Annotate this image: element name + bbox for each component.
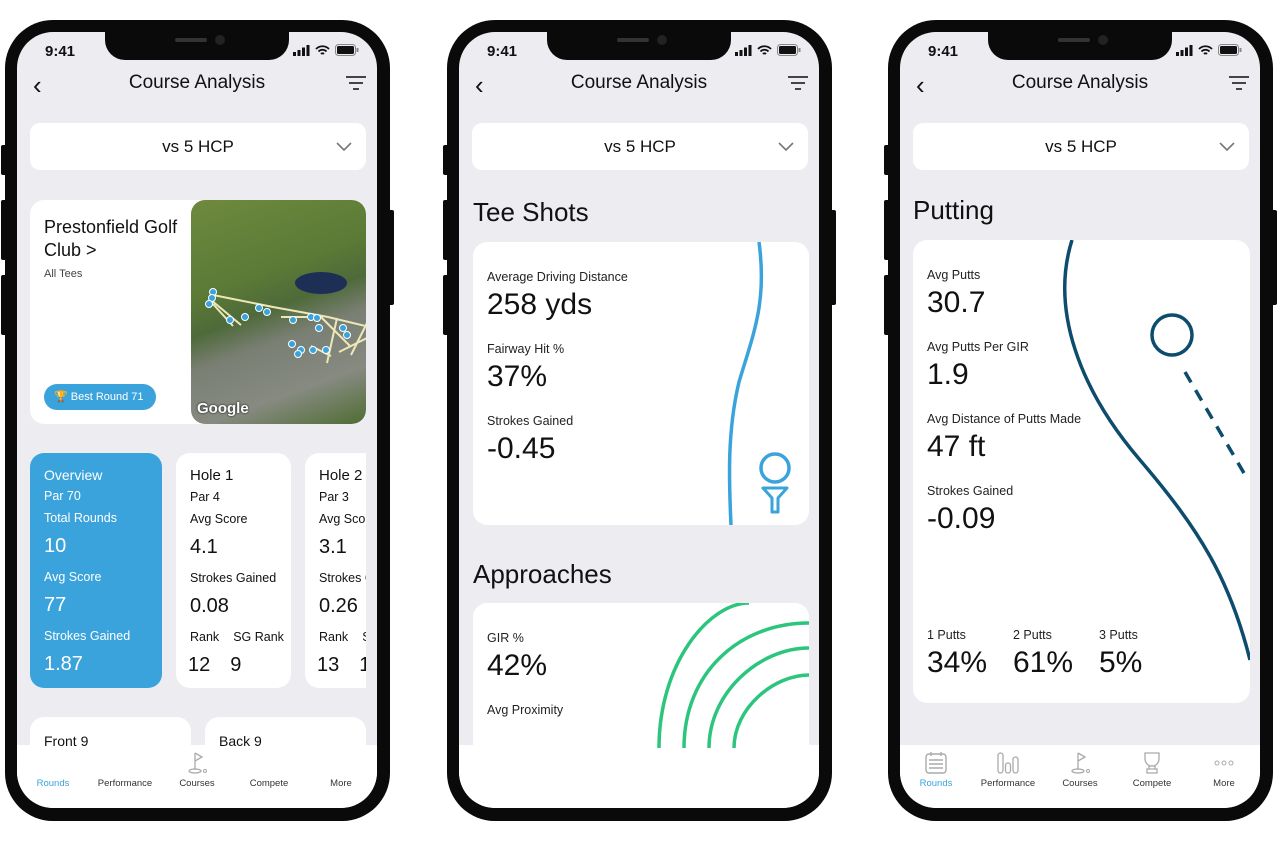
putting-title: Putting	[913, 195, 994, 225]
notch	[547, 32, 731, 60]
tee-shots-title: Tee Shots	[473, 197, 589, 227]
tee-shots-card[interactable]: Average Driving Distance 258 yds Fairway H…	[473, 242, 809, 525]
phone-course-overview: 9:41 ‹ Course Analysis vs 5 HCP Rounds P…	[1, 20, 394, 821]
status-time: 9:41	[928, 43, 959, 60]
map-attribution: Google	[197, 400, 249, 417]
status-icons	[735, 44, 801, 56]
comparison-dropdown[interactable]: vs 5 HCP	[30, 123, 366, 170]
phone-putting: 9:41 ‹ Course Analysis vs 5 HCP Rounds P…	[884, 20, 1277, 821]
page-title: Course Analysis	[128, 72, 266, 93]
screen: 9:41 ‹ Course Analysis vs 5 HCP Rounds P…	[17, 32, 377, 808]
filter-icon[interactable]	[787, 75, 809, 91]
course-card[interactable]: Prestonfield Golf Club > All Tees 🏆 Best…	[30, 200, 366, 424]
chevron-down-icon	[1219, 123, 1235, 170]
wifi-icon	[315, 44, 330, 55]
overview-card[interactable]: Overview Par 70 Total Rounds 10 Avg Scor…	[30, 453, 162, 688]
putt-split-item: 2 Putts 61%	[1013, 628, 1074, 679]
battery-icon	[777, 44, 801, 56]
tab-compete[interactable]: Compete	[1117, 751, 1187, 808]
status-time: 9:41	[487, 43, 518, 60]
tab-performance[interactable]: Performance	[973, 751, 1043, 808]
battery-icon	[335, 44, 359, 56]
trophy-icon: 🏆	[54, 391, 68, 403]
status-icons	[293, 44, 359, 56]
notch	[105, 32, 289, 60]
tab-more[interactable]: More	[1189, 751, 1259, 808]
status-time: 9:41	[45, 43, 76, 60]
green-rings-illustration	[657, 603, 809, 748]
dropdown-value: vs 5 HCP	[1045, 137, 1117, 156]
page-title: Course Analysis	[1011, 72, 1149, 93]
status-icons	[1176, 44, 1242, 56]
battery-icon	[1218, 44, 1242, 56]
fairway-illustration	[727, 242, 791, 525]
putt-split-item: 1 Putts 34%	[927, 628, 988, 679]
trophy-icon	[1144, 752, 1160, 774]
dropdown-value: vs 5 HCP	[162, 137, 234, 156]
hole-card[interactable]: Hole 1 Par 4 Avg Score 4.1 Strokes Gaine…	[176, 453, 291, 688]
approaches-title: Approaches	[473, 559, 612, 589]
putting-card[interactable]: Avg Putts 30.7 Avg Putts Per GIR 1.9 Avg Dis…	[913, 240, 1250, 703]
tab-courses[interactable]: Courses	[1045, 751, 1115, 808]
bar-chart-icon	[997, 752, 1019, 774]
course-name[interactable]: Prestonfield Golf Club >	[44, 216, 189, 262]
comparison-dropdown[interactable]: vs 5 HCP	[913, 123, 1249, 170]
wifi-icon	[1198, 44, 1213, 55]
screen: 9:41 ‹ Course Analysis vs 5 HCP Rounds P…	[459, 32, 819, 808]
front-9-card[interactable]: Front 9	[30, 717, 191, 777]
more-icon	[1214, 760, 1234, 766]
screen: 9:41 ‹ Course Analysis vs 5 HCP Rounds P…	[900, 32, 1260, 808]
phone-tee-approach: 9:41 ‹ Course Analysis vs 5 HCP Rounds P…	[443, 20, 836, 821]
flag-icon	[1071, 752, 1090, 774]
tab-rounds[interactable]: Rounds	[901, 751, 971, 808]
hole-card[interactable]: Hole 2 Par 3 Avg Score 3.1 Strokes Gaine…	[305, 453, 366, 688]
dropdown-value: vs 5 HCP	[604, 137, 676, 156]
tab-bar: Rounds Performance Courses Compete More	[900, 745, 1260, 808]
filter-icon[interactable]	[1228, 75, 1250, 91]
back-9-card[interactable]: Back 9	[205, 717, 366, 777]
page-title: Course Analysis	[570, 72, 708, 93]
chevron-down-icon	[336, 123, 352, 170]
filter-icon[interactable]	[345, 75, 367, 91]
calendar-icon	[925, 752, 947, 774]
tees-label: All Tees	[44, 268, 83, 280]
comparison-dropdown[interactable]: vs 5 HCP	[472, 123, 808, 170]
putt-split-item: 3 Putts 5%	[1099, 628, 1143, 679]
wifi-icon	[757, 44, 772, 55]
signal-icon	[293, 44, 310, 56]
chevron-down-icon	[778, 123, 794, 170]
approaches-card[interactable]: GIR % 42% Avg Proximity	[473, 603, 809, 803]
signal-icon	[735, 44, 752, 56]
best-round-badge: 🏆 Best Round 71	[44, 384, 156, 410]
signal-icon	[1176, 44, 1193, 56]
course-map[interactable]: Google	[191, 200, 366, 424]
notch	[988, 32, 1172, 60]
